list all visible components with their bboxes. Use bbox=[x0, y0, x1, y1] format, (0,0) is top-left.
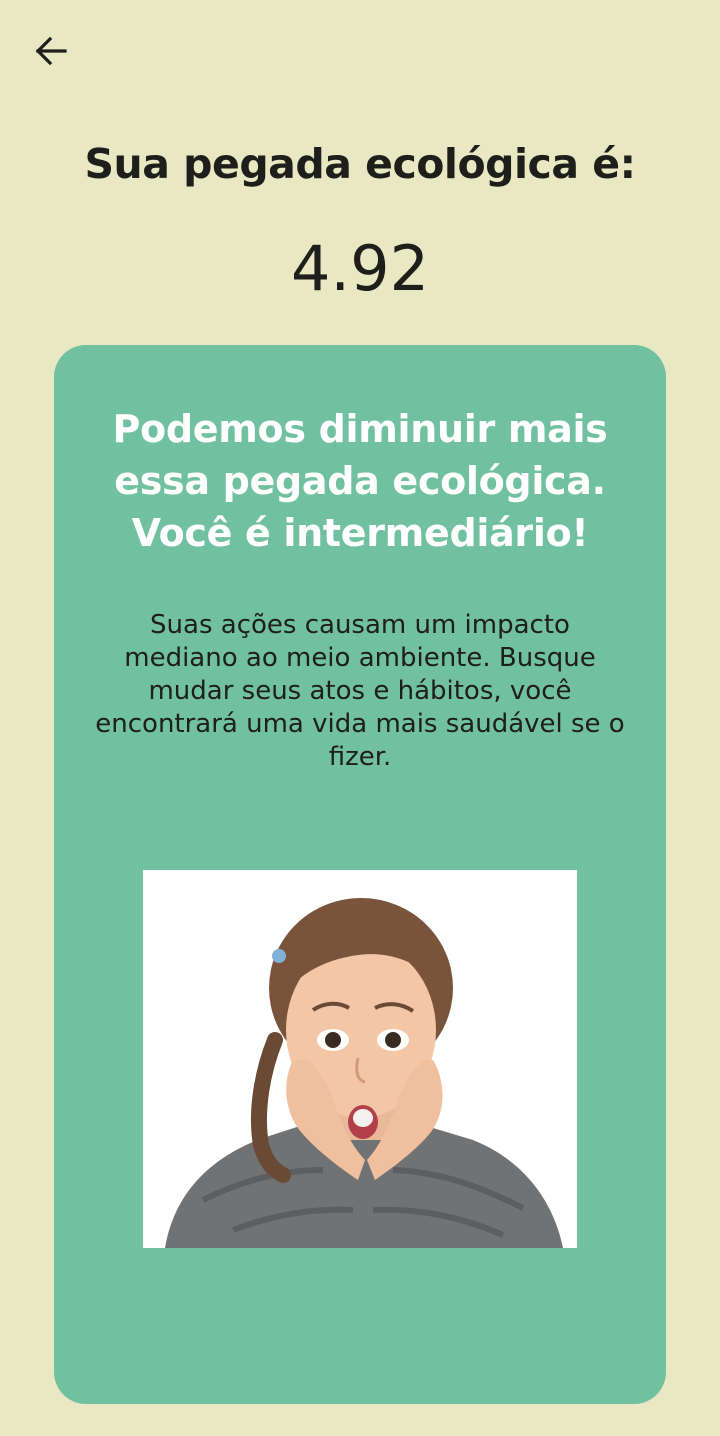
card-description: Suas ações causam um impacto mediano ao … bbox=[95, 610, 625, 772]
footprint-score: 4.92 bbox=[290, 232, 430, 305]
card-title: Podemos diminuir mais essa pegada ecológ… bbox=[112, 407, 608, 555]
surprised-child-image bbox=[143, 870, 577, 1248]
result-heading: Sua pegada ecológica é: bbox=[84, 140, 636, 188]
back-button[interactable] bbox=[28, 28, 74, 74]
result-card: Podemos diminuir mais essa pegada ecológ… bbox=[54, 345, 666, 1404]
arrow-left-icon bbox=[35, 36, 67, 66]
